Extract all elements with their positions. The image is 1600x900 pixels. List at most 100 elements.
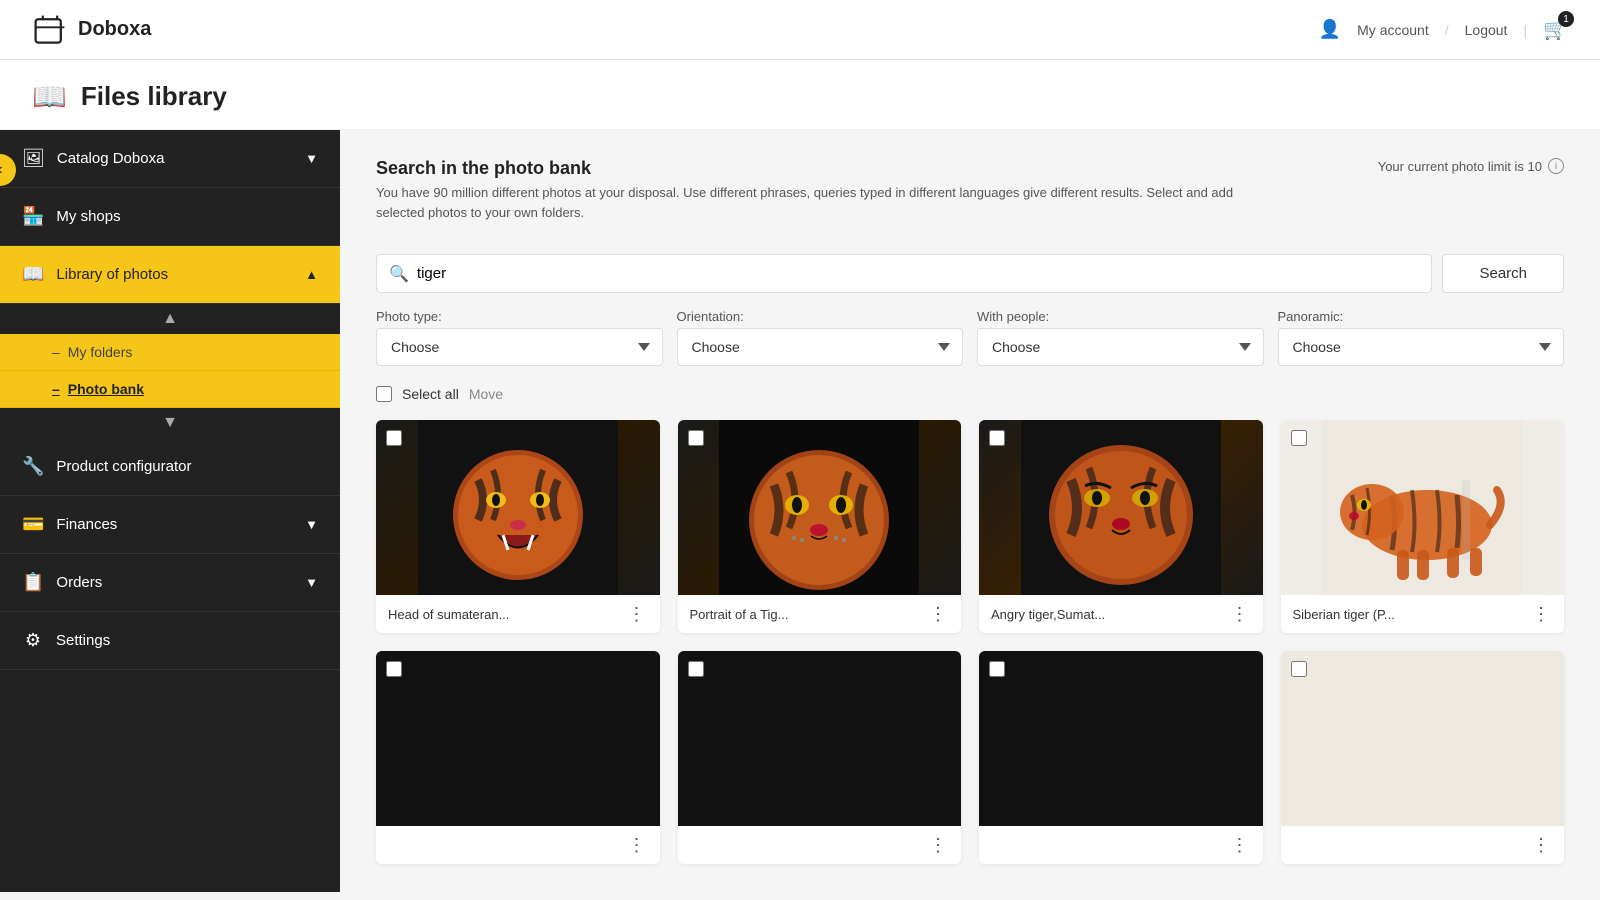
- photo-8-checkbox[interactable]: [1291, 661, 1307, 677]
- photo-6-checkbox[interactable]: [688, 661, 704, 677]
- orders-icon: 📋: [22, 572, 44, 593]
- sidebar-item-myshops-left: 🏪 My shops: [22, 206, 121, 227]
- photo-6-menu-button[interactable]: ⋮: [927, 836, 949, 854]
- select-all-checkbox[interactable]: [376, 386, 392, 402]
- catalog-chevron-icon: ▼: [305, 151, 318, 166]
- photo-1-footer: Head of sumateran... ⋮: [376, 595, 660, 633]
- sidebar-item-orders-left: 📋 Orders: [22, 572, 102, 593]
- cart-badge: 1: [1558, 11, 1574, 27]
- filter-orientation-select[interactable]: Choose Horizontal Vertical Square: [677, 328, 964, 366]
- filter-photo-type-select[interactable]: Choose Vector Photo Illustration: [376, 328, 663, 366]
- photo-3-footer: Angry tiger,Sumat... ⋮: [979, 595, 1263, 633]
- photo-1-svg: [418, 420, 618, 595]
- filter-with-people-select[interactable]: Choose Yes No: [977, 328, 1264, 366]
- sidebar-scroll-up: ▲: [0, 304, 340, 334]
- photo-2-footer: Portrait of a Tig... ⋮: [678, 595, 962, 633]
- photo-1-title: Head of sumateran...: [388, 607, 509, 622]
- my-folders-label: My folders: [68, 344, 133, 360]
- sidebar-item-finances[interactable]: 💳 Finances ▼: [0, 496, 340, 554]
- sidebar-item-finances-label: Finances: [56, 516, 117, 533]
- catalog-icon: 🖼: [22, 148, 45, 169]
- photo-8-image[interactable]: [1281, 651, 1565, 826]
- photo-7-menu-button[interactable]: ⋮: [1229, 836, 1251, 854]
- photo-card-4-inner: [1281, 420, 1565, 595]
- photo-6-footer: ⋮: [678, 826, 962, 864]
- search-input[interactable]: [417, 255, 1420, 292]
- photo-3-menu-button[interactable]: ⋮: [1229, 605, 1251, 623]
- photo-5-menu-button[interactable]: ⋮: [626, 836, 648, 854]
- photo-bank-label: Photo bank: [68, 381, 144, 397]
- photo-2-menu-button[interactable]: ⋮: [927, 605, 949, 623]
- move-button[interactable]: Move: [469, 386, 503, 402]
- photo-4-menu-button[interactable]: ⋮: [1530, 605, 1552, 623]
- sidebar-submenu-my-folders[interactable]: – My folders: [0, 334, 340, 371]
- photo-5-image[interactable]: [376, 651, 660, 826]
- scroll-up-icon: ▲: [162, 310, 178, 327]
- orders-chevron-icon: ▼: [305, 575, 318, 590]
- photo-7-image[interactable]: [979, 651, 1263, 826]
- library-icon: 📖: [22, 264, 44, 285]
- main-content: Search in the photo bank You have 90 mil…: [340, 130, 1600, 892]
- sidebar-item-library-label: Library of photos: [56, 266, 168, 283]
- photo-7-checkbox[interactable]: [989, 661, 1005, 677]
- sidebar-item-my-shops[interactable]: 🏪 My shops: [0, 188, 340, 246]
- photo-4-image[interactable]: [1281, 420, 1565, 595]
- logout-link[interactable]: Logout: [1465, 22, 1508, 38]
- sidebar-item-settings[interactable]: ⚙ Settings: [0, 612, 340, 670]
- sidebar-item-orders[interactable]: 📋 Orders ▼: [0, 554, 340, 612]
- filter-panoramic: Panoramic: Choose Yes No: [1278, 309, 1565, 366]
- filter-orientation: Orientation: Choose Horizontal Vertical …: [677, 309, 964, 366]
- photo-card-7: ⋮: [979, 651, 1263, 864]
- photo-8-footer: ⋮: [1281, 826, 1565, 864]
- photo-2-checkbox[interactable]: [688, 430, 704, 446]
- photo-1-menu-button[interactable]: ⋮: [626, 605, 648, 623]
- select-all-label[interactable]: Select all: [402, 386, 459, 402]
- sidebar-submenu-photo-bank[interactable]: – Photo bank: [0, 371, 340, 408]
- logo-text: Doboxa: [78, 18, 151, 41]
- photo-1-checkbox[interactable]: [386, 430, 402, 446]
- photo-3-image[interactable]: [979, 420, 1263, 595]
- search-button[interactable]: Search: [1442, 254, 1564, 293]
- section-description: You have 90 million different photos at …: [376, 183, 1236, 222]
- photo-4-footer: Siberian tiger (P... ⋮: [1281, 595, 1565, 633]
- sidebar-item-settings-left: ⚙ Settings: [22, 630, 110, 651]
- photo-3-title: Angry tiger,Sumat...: [991, 607, 1105, 622]
- sidebar-item-library-left: 📖 Library of photos: [22, 264, 168, 285]
- photo-2-title: Portrait of a Tig...: [690, 607, 789, 622]
- sidebar: ‹ 🖼 Catalog Doboxa ▼ 🏪 My shops 📖 Librar…: [0, 130, 340, 892]
- photo-8-menu-button[interactable]: ⋮: [1530, 836, 1552, 854]
- photo-card-6: ⋮: [678, 651, 962, 864]
- sidebar-item-product-configurator[interactable]: 🔧 Product configurator: [0, 438, 340, 496]
- app-logo[interactable]: Doboxa: [32, 12, 151, 48]
- filter-with-people-label: With people:: [977, 309, 1264, 324]
- cart-button[interactable]: 🛒 1: [1543, 17, 1568, 42]
- filter-photo-type-label: Photo type:: [376, 309, 663, 324]
- sidebar-item-finances-left: 💳 Finances: [22, 514, 117, 535]
- sidebar-item-library[interactable]: 📖 Library of photos ▲: [0, 246, 340, 304]
- photo-card-2-inner: [678, 420, 962, 595]
- finances-icon: 💳: [22, 514, 44, 535]
- filters-row: Photo type: Choose Vector Photo Illustra…: [376, 309, 1564, 366]
- photo-3-checkbox[interactable]: [989, 430, 1005, 446]
- top-navigation: Doboxa 👤 My account / Logout | 🛒 1: [0, 0, 1600, 60]
- filter-photo-type: Photo type: Choose Vector Photo Illustra…: [376, 309, 663, 366]
- photo-4-svg: [1322, 420, 1522, 595]
- photo-limit-info: Your current photo limit is 10 i: [1378, 158, 1564, 174]
- my-account-link[interactable]: My account: [1357, 22, 1429, 38]
- photo-4-checkbox[interactable]: [1291, 430, 1307, 446]
- filter-panoramic-select[interactable]: Choose Yes No: [1278, 328, 1565, 366]
- photo-5-checkbox[interactable]: [386, 661, 402, 677]
- photo-1-image[interactable]: [376, 420, 660, 595]
- photo-2-image[interactable]: [678, 420, 962, 595]
- page-header-icon: 📖: [32, 80, 67, 113]
- photo-limit-text: Your current photo limit is 10: [1378, 159, 1542, 174]
- sidebar-item-myshops-label: My shops: [56, 208, 120, 225]
- sidebar-item-product-label: Product configurator: [56, 458, 191, 475]
- product-icon: 🔧: [22, 456, 44, 477]
- photo-card-5-inner: [376, 651, 660, 826]
- my-folders-dash: –: [52, 344, 60, 360]
- photo-6-image[interactable]: [678, 651, 962, 826]
- sidebar-item-catalog[interactable]: 🖼 Catalog Doboxa ▼: [0, 130, 340, 188]
- search-icon: 🔍: [389, 264, 409, 284]
- photo-limit-info-icon[interactable]: i: [1548, 158, 1564, 174]
